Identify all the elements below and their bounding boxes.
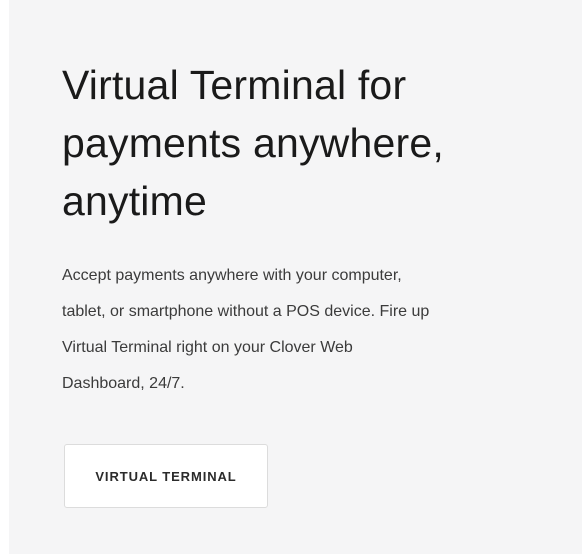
- description-line: tablet, or smartphone without a POS devi…: [62, 303, 430, 320]
- headline-line: Virtual Terminal for: [62, 62, 407, 108]
- virtual-terminal-button[interactable]: VIRTUAL TERMINAL: [64, 444, 268, 508]
- hero-card: Virtual Terminal for payments anywhere, an…: [9, 0, 582, 554]
- description-line: Accept payments anywhere with your compu…: [62, 267, 402, 284]
- headline-line: anytime: [62, 178, 207, 224]
- description-line: Dashboard, 24/7.: [62, 375, 185, 392]
- headline-line: payments anywhere,: [62, 120, 444, 166]
- description-line: Virtual Terminal right on your Clover We…: [62, 339, 353, 356]
- hero-headline: Virtual Terminal for payments anywhere, an…: [62, 56, 567, 230]
- virtual-terminal-button-label: VIRTUAL TERMINAL: [95, 468, 237, 484]
- hero-description: Accept payments anywhere with your compu…: [62, 258, 562, 402]
